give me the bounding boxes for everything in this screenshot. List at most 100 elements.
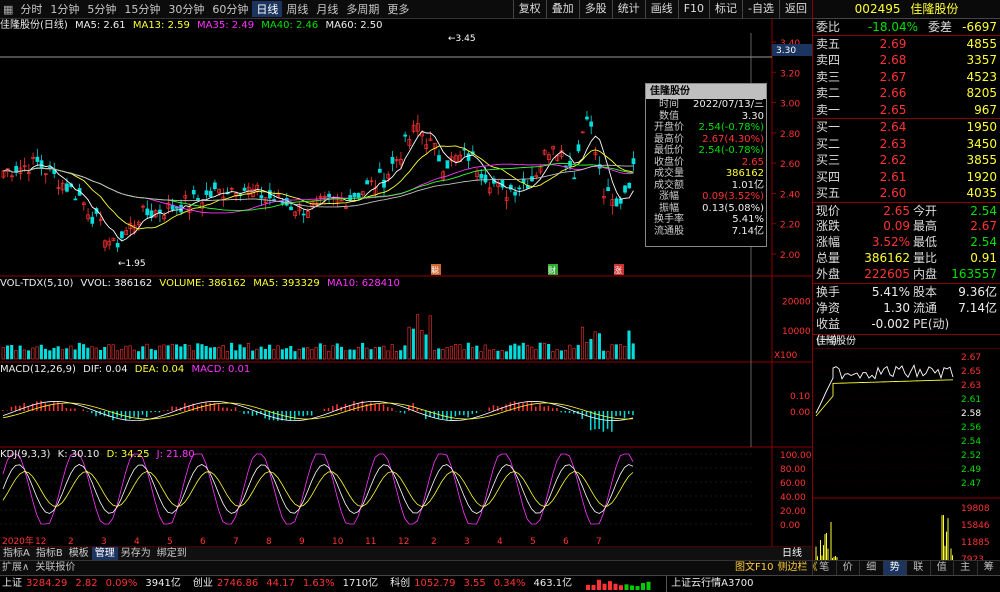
infobox-row: 收盘价 2.65 <box>646 157 766 169</box>
row2-left-0[interactable]: 扩展∧ <box>2 562 29 573</box>
period-tab-9[interactable]: 多周期 <box>342 1 383 17</box>
buys-row: 买二 2.63 3450 <box>813 136 1000 153</box>
volume-bar <box>373 347 377 360</box>
volume-bar <box>56 346 60 360</box>
x-axis-label: 6 <box>200 537 206 547</box>
volume-bar <box>428 315 432 360</box>
x-axis-label: 12 <box>35 537 46 547</box>
period-tab-8[interactable]: 月线 <box>312 1 342 17</box>
volume-bar <box>627 330 631 360</box>
x-axis-label: 6 <box>563 537 569 547</box>
toolbar-button-1[interactable]: 叠加 <box>545 0 579 19</box>
period-tab-1[interactable]: 1分钟 <box>46 1 83 17</box>
toolbar-button-5[interactable]: F10 <box>677 0 709 19</box>
buys-label: 买五 <box>816 186 841 200</box>
infobox-row: 开盘价 2.54(-0.78%) <box>646 122 766 134</box>
breadth-bar <box>624 584 629 590</box>
side-tab-5[interactable]: 值 <box>929 561 954 575</box>
kdj-tick-label: 80.00 <box>780 465 806 475</box>
stats-label-a: 外盘 <box>816 266 841 281</box>
candle-body <box>623 185 627 193</box>
toolbar-button-6[interactable]: 标记 <box>709 0 742 19</box>
volume-bar <box>77 342 81 360</box>
period-tab-5[interactable]: 60分钟 <box>208 1 252 17</box>
breadth-bar <box>613 583 618 590</box>
volume-bar <box>580 326 585 360</box>
infobox-value: 2.54(-0.78%) <box>698 122 764 133</box>
stats-value-a: 222605 <box>864 266 910 281</box>
toolbar-button-2[interactable]: 多股 <box>578 0 612 19</box>
volume-bar <box>221 344 225 360</box>
indicator-tab-3[interactable]: 管理 <box>91 547 118 560</box>
grid-icon[interactable]: ▦ <box>0 3 16 16</box>
sells-row: 卖三 2.67 4523 <box>813 69 1000 86</box>
volume-bar <box>230 342 234 360</box>
side-tab-1[interactable]: 价 <box>835 561 860 575</box>
stats2-value-a: 1.30 <box>883 301 910 316</box>
volume-bar <box>403 345 407 360</box>
row2-right-0[interactable]: 图文F10 <box>735 562 773 573</box>
period-tab-7[interactable]: 周线 <box>282 1 312 17</box>
ma40-label: MA40: 2.46 <box>261 20 319 31</box>
toolbar-button-8[interactable]: 返回 <box>779 0 812 19</box>
volume-bar <box>614 344 618 360</box>
side-tab-2[interactable]: 细 <box>859 561 883 575</box>
cloud-ticker[interactable]: 上证云行情A3700 <box>666 576 753 592</box>
vol-tick-label: 20000 <box>782 298 811 308</box>
period-tab-10[interactable]: 更多 <box>383 1 413 17</box>
stats-value-a: 2.65 <box>883 203 910 218</box>
vol-legend-name: VOL-TDX(5,10) <box>0 278 74 289</box>
stats-label-b: 最低 <box>913 235 938 250</box>
mini-title: 佳隆股份 <box>816 335 856 347</box>
weibi-value: -18.04% <box>867 20 919 34</box>
ma5-label: MA5: 2.61 <box>75 20 126 31</box>
side-tab-3[interactable]: 势 <box>882 561 906 575</box>
side-tab-4[interactable]: 联 <box>906 561 930 575</box>
side-tab-6[interactable]: 主 <box>953 561 977 575</box>
period-tab-6[interactable]: 日线 <box>252 1 283 17</box>
infobox-value: 2022/07/13/三 <box>692 99 764 110</box>
period-tab-4[interactable]: 30分钟 <box>164 1 208 17</box>
candle-body <box>479 173 484 179</box>
mini-vol-label: 19808 <box>961 504 990 514</box>
period-tab-2[interactable]: 5分钟 <box>83 1 120 17</box>
side-tab-0[interactable]: 笔 <box>812 561 836 575</box>
indicator-tab-0[interactable]: 指标A <box>0 547 33 560</box>
volume-bar <box>585 341 589 360</box>
macd-tick-label: 0.00 <box>790 408 810 418</box>
toolbar-button-4[interactable]: 画线 <box>644 0 678 19</box>
indicator-tab-1[interactable]: 指标B <box>33 547 66 560</box>
price-tick-label: 2.40 <box>780 190 800 200</box>
volume-bar <box>318 343 322 360</box>
x-axis-label: 2020年 <box>2 535 34 547</box>
infobox-value: 3.30 <box>741 110 764 122</box>
volume-bar <box>356 346 360 360</box>
volume-bar <box>289 345 293 360</box>
sells-label: 卖五 <box>816 36 841 51</box>
toolbar-button-0[interactable]: 复权 <box>512 0 546 19</box>
status-bar: 上证 3284.29 2.82 0.09% 3941亿 创业 2746.86 4… <box>0 575 1000 592</box>
intraday-mini-chart[interactable]: 2.67 2.65 2.63 2.61 2.58 2.56 2.54 2.52 2.49 2.47… <box>813 347 1000 584</box>
sells-price: 2.67 <box>879 69 907 84</box>
period-tab-0[interactable]: 分时 <box>16 1 46 17</box>
volume-bar <box>69 345 73 360</box>
event-marker-text: 聪 <box>431 265 439 275</box>
period-tab-3[interactable]: 15分钟 <box>120 1 164 17</box>
volume-bar <box>166 345 170 360</box>
toolbar-button-3[interactable]: 统计 <box>611 0 645 19</box>
infobox-label: 涨幅 <box>659 191 679 202</box>
row2-left-1[interactable]: 关联报价 <box>35 562 75 573</box>
indicator-tab-4[interactable]: 另存为 <box>118 547 154 560</box>
volume-bar <box>132 349 136 360</box>
toolbar-button-7[interactable]: -自选 <box>742 0 779 19</box>
candle-body <box>204 190 209 195</box>
side-tab-7[interactable]: 筹 <box>976 561 1000 575</box>
sells-row: 卖一 2.65 967 <box>813 102 1000 119</box>
kc-change: 3.55 <box>463 578 486 589</box>
volume-bar <box>390 344 394 360</box>
indicator-tab-2[interactable]: 模板 <box>66 547 92 560</box>
sells-volume: 3357 <box>966 53 997 67</box>
candle-body <box>576 144 581 152</box>
indicator-tab-5[interactable]: 绑定到 <box>154 547 190 560</box>
volume-bar <box>323 345 327 360</box>
